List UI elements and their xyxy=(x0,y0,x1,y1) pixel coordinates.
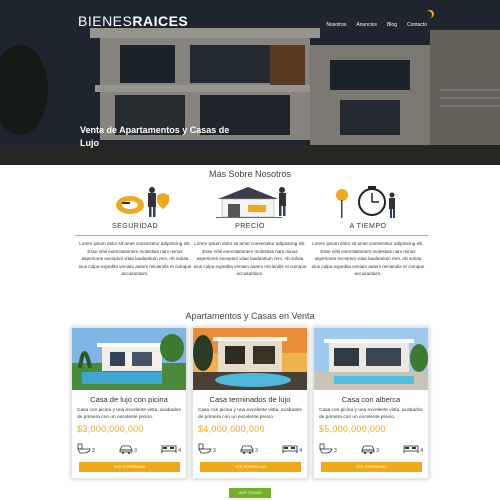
about-section-title: Más Sobre Nosotros xyxy=(208,169,292,179)
toilet-icon xyxy=(198,443,212,454)
toilet-icon xyxy=(77,443,91,454)
feature-seguridad: SEGURIDAD Lorem ipsum dolor sit amet con… xyxy=(75,181,195,278)
amenity-parking: 3 xyxy=(361,443,379,454)
amenity-rooms: 4 xyxy=(161,443,181,454)
feature-a-tiempo: A TIEMPO Lorem ipsum dolor sit amet cons… xyxy=(308,181,428,278)
feature-text: Lorem ipsum dolor sit amet consectetur a… xyxy=(193,241,307,277)
view-all-button[interactable]: VER TODAS xyxy=(229,488,271,498)
amenity-wc: 3 xyxy=(77,443,95,454)
property-title: Casa con alberca xyxy=(341,395,401,404)
amenity-rooms: 4 xyxy=(282,443,302,454)
bed-icon xyxy=(282,445,298,453)
clock-illustration xyxy=(308,181,428,221)
dark-mode-icon[interactable] xyxy=(424,11,432,19)
car-icon xyxy=(119,445,133,454)
nav-link-blog[interactable]: Blog xyxy=(387,22,397,28)
property-description: Casa con picina y una excelente vista, a… xyxy=(77,408,181,420)
security-illustration xyxy=(75,181,195,221)
logo-text-thin: BIENES xyxy=(78,13,133,29)
feature-text: Lorem ipsum dolor sit amet consectetur a… xyxy=(78,241,192,277)
nav-link-contacto[interactable]: Contacto xyxy=(407,22,427,28)
property-card: Casa de lujo con picina Casa con picina … xyxy=(71,327,187,479)
view-property-button[interactable]: VER PROPIEDAD xyxy=(79,462,180,472)
feature-title: A TIEMPO xyxy=(349,223,387,230)
hero-title: Venta de Apartamentos y Casas de Lujo xyxy=(80,125,230,148)
property-image xyxy=(314,328,428,390)
property-price: $3,000,000,000 xyxy=(77,424,144,434)
car-icon xyxy=(240,445,254,454)
feature-title: SEGURIDAD xyxy=(111,223,159,230)
property-amenities: 3 3 4 xyxy=(77,440,181,454)
nav-link-anuncios[interactable]: Anuncios xyxy=(356,22,377,28)
feature-text: Lorem ipsum dolor sit amet consectetur a… xyxy=(311,241,425,277)
property-amenities: 3 3 4 xyxy=(319,440,423,454)
hero-banner: BIENESRAICES Nosotros Anuncios Blog Cont… xyxy=(0,0,500,165)
amenity-wc: 3 xyxy=(319,443,337,454)
feature-precio: PRECIO Lorem ipsum dolor sit amet consec… xyxy=(190,181,310,278)
feature-title: PRECIO xyxy=(235,223,265,230)
car-icon xyxy=(361,445,375,454)
amenity-parking: 3 xyxy=(240,443,258,454)
amenity-rooms: 4 xyxy=(403,443,423,454)
feature-divider xyxy=(308,235,428,236)
property-price: $4,000,000,000 xyxy=(198,424,265,434)
nav-link-nosotros[interactable]: Nosotros xyxy=(326,22,346,28)
price-illustration xyxy=(190,181,310,221)
amenity-wc: 3 xyxy=(198,443,216,454)
property-image xyxy=(193,328,307,390)
property-card: Casa con alberca Casa con picina y una e… xyxy=(313,327,429,479)
property-title: Casa de lujo con picina xyxy=(90,395,168,404)
feature-divider xyxy=(75,235,195,236)
amenity-parking: 3 xyxy=(119,443,137,454)
main-nav: Nosotros Anuncios Blog Contacto xyxy=(326,22,427,28)
property-price: $5,000,000,000 xyxy=(319,424,386,434)
bed-icon xyxy=(161,445,177,453)
toilet-icon xyxy=(319,443,333,454)
view-property-button[interactable]: VER PROPIEDAD xyxy=(200,462,301,472)
logo-text-bold: RAICES xyxy=(132,13,189,29)
site-logo[interactable]: BIENESRAICES xyxy=(78,13,188,29)
property-image xyxy=(72,328,186,390)
property-description: Casa con picina y una excelente vista, a… xyxy=(198,408,302,420)
property-title: Casa terminados de lujo xyxy=(209,395,291,404)
view-property-button[interactable]: VER PROPIEDAD xyxy=(321,462,422,472)
listings-section-title: Apartamentos y Casas en Venta xyxy=(185,311,315,321)
feature-divider xyxy=(190,235,310,236)
bed-icon xyxy=(403,445,419,453)
property-card: Casa terminados de lujo Casa con picina … xyxy=(192,327,308,479)
property-amenities: 3 3 4 xyxy=(198,440,302,454)
property-description: Casa con picina y una excelente vista, a… xyxy=(319,408,423,420)
